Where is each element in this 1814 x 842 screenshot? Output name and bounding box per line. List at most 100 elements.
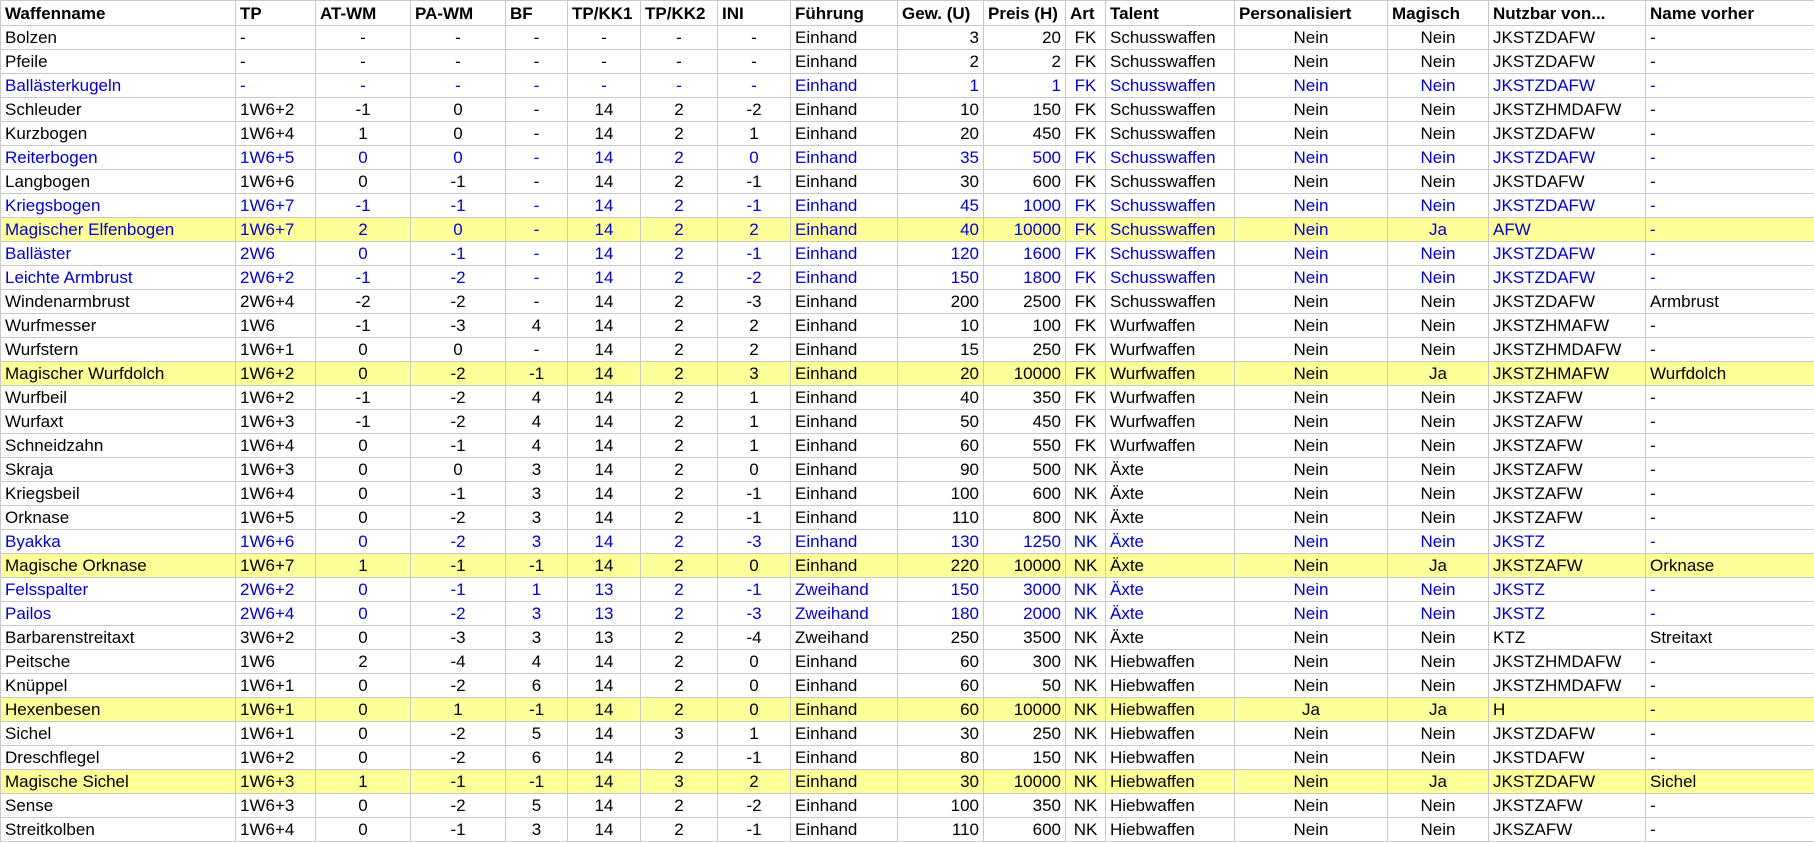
cell-gewicht: 30	[898, 722, 984, 746]
table-row: Hexenbesen1W6+101-11420Einhand6010000NKH…	[1, 698, 1814, 722]
table-row: Dreschflegel1W6+20-26142-1Einhand80150NK…	[1, 746, 1814, 770]
cell-tp-kk2: 3	[641, 770, 718, 794]
cell-bf: 3	[506, 602, 568, 626]
cell-tp-kk2: 2	[641, 602, 718, 626]
cell-tp-kk1: 14	[568, 434, 641, 458]
cell-bf: 3	[506, 482, 568, 506]
cell-waffenname: Balläster	[1, 242, 236, 266]
cell-art: FK	[1066, 194, 1106, 218]
cell-ini: -2	[718, 266, 791, 290]
cell-nutzbar-von: JKSTZDAFW	[1489, 266, 1646, 290]
cell-personalisiert: Nein	[1235, 218, 1388, 242]
cell-waffenname: Streitkolben	[1, 818, 236, 842]
table-row: Skraja1W6+30031420Einhand90500NKÄxteNein…	[1, 458, 1814, 482]
cell-fuehrung: Einhand	[791, 770, 898, 794]
cell-fuehrung: Einhand	[791, 794, 898, 818]
cell-name-vorher: -	[1646, 674, 1814, 698]
cell-talent: Schusswaffen	[1106, 266, 1235, 290]
cell-nutzbar-von: JKSTZAFW	[1489, 434, 1646, 458]
cell-bf: -	[506, 290, 568, 314]
cell-tp-kk2: 2	[641, 482, 718, 506]
cell-tp-kk1: 14	[568, 146, 641, 170]
cell-pa-wm: -2	[411, 410, 506, 434]
cell-nutzbar-von: JKSTZDAFW	[1489, 242, 1646, 266]
cell-art: FK	[1066, 74, 1106, 98]
cell-art: FK	[1066, 122, 1106, 146]
cell-pa-wm: -1	[411, 554, 506, 578]
cell-preis: 1000	[984, 194, 1066, 218]
cell-fuehrung: Einhand	[791, 122, 898, 146]
cell-fuehrung: Einhand	[791, 722, 898, 746]
cell-ini: 0	[718, 698, 791, 722]
cell-gewicht: 10	[898, 314, 984, 338]
cell-personalisiert: Nein	[1235, 746, 1388, 770]
column-header-fuehrung: Führung	[791, 1, 898, 26]
table-row: Peitsche1W62-441420Einhand60300NKHiebwaf…	[1, 650, 1814, 674]
cell-talent: Äxte	[1106, 554, 1235, 578]
cell-art: FK	[1066, 146, 1106, 170]
cell-nutzbar-von: JKSTZDAFW	[1489, 722, 1646, 746]
cell-waffenname: Orknase	[1, 506, 236, 530]
table-row: Leichte Armbrust2W6+2-1-2-142-2Einhand15…	[1, 266, 1814, 290]
cell-name-vorher: -	[1646, 98, 1814, 122]
cell-tp: 1W6+5	[236, 506, 316, 530]
cell-pa-wm: -2	[411, 722, 506, 746]
cell-preis: 450	[984, 122, 1066, 146]
column-header-at-wm: AT-WM	[316, 1, 411, 26]
cell-tp-kk2: 2	[641, 530, 718, 554]
cell-nutzbar-von: JKSTZ	[1489, 602, 1646, 626]
cell-personalisiert: Nein	[1235, 26, 1388, 50]
cell-pa-wm: -1	[411, 770, 506, 794]
cell-art: NK	[1066, 818, 1106, 842]
cell-tp-kk2: 2	[641, 146, 718, 170]
cell-personalisiert: Nein	[1235, 554, 1388, 578]
cell-talent: Schusswaffen	[1106, 50, 1235, 74]
cell-at-wm: 0	[316, 818, 411, 842]
cell-gewicht: 1	[898, 74, 984, 98]
cell-tp-kk1: 14	[568, 362, 641, 386]
cell-nutzbar-von: JKSTZAFW	[1489, 386, 1646, 410]
cell-gewicht: 40	[898, 386, 984, 410]
cell-talent: Schusswaffen	[1106, 170, 1235, 194]
cell-fuehrung: Einhand	[791, 746, 898, 770]
cell-magisch: Nein	[1388, 482, 1489, 506]
cell-gewicht: 110	[898, 506, 984, 530]
cell-magisch: Nein	[1388, 290, 1489, 314]
cell-art: NK	[1066, 794, 1106, 818]
cell-name-vorher: Sichel	[1646, 770, 1814, 794]
cell-tp-kk1: -	[568, 74, 641, 98]
cell-at-wm: 1	[316, 554, 411, 578]
cell-at-wm: -1	[316, 98, 411, 122]
cell-waffenname: Pailos	[1, 602, 236, 626]
cell-name-vorher: -	[1646, 122, 1814, 146]
column-header-magisch: Magisch	[1388, 1, 1489, 26]
cell-preis: 10000	[984, 770, 1066, 794]
cell-preis: 600	[984, 482, 1066, 506]
cell-name-vorher: -	[1646, 266, 1814, 290]
cell-magisch: Nein	[1388, 122, 1489, 146]
cell-tp-kk2: -	[641, 50, 718, 74]
cell-talent: Wurfwaffen	[1106, 362, 1235, 386]
cell-fuehrung: Einhand	[791, 554, 898, 578]
cell-pa-wm: -2	[411, 506, 506, 530]
cell-personalisiert: Nein	[1235, 602, 1388, 626]
cell-name-vorher: -	[1646, 530, 1814, 554]
cell-pa-wm: -1	[411, 170, 506, 194]
cell-pa-wm: -1	[411, 194, 506, 218]
cell-waffenname: Schneidzahn	[1, 434, 236, 458]
cell-waffenname: Kriegsbeil	[1, 482, 236, 506]
cell-tp-kk1: 14	[568, 218, 641, 242]
cell-magisch: Nein	[1388, 722, 1489, 746]
cell-pa-wm: -2	[411, 674, 506, 698]
cell-pa-wm: -1	[411, 434, 506, 458]
table-row: Magische Sichel1W6+31-1-11432Einhand3010…	[1, 770, 1814, 794]
cell-tp-kk1: 14	[568, 290, 641, 314]
cell-art: NK	[1066, 458, 1106, 482]
cell-magisch: Nein	[1388, 146, 1489, 170]
table-row: Langbogen1W6+60-1-142-1Einhand30600FKSch…	[1, 170, 1814, 194]
cell-tp-kk1: 14	[568, 746, 641, 770]
cell-tp-kk2: 2	[641, 170, 718, 194]
cell-waffenname: Wurfmesser	[1, 314, 236, 338]
cell-at-wm: 0	[316, 434, 411, 458]
cell-fuehrung: Einhand	[791, 170, 898, 194]
